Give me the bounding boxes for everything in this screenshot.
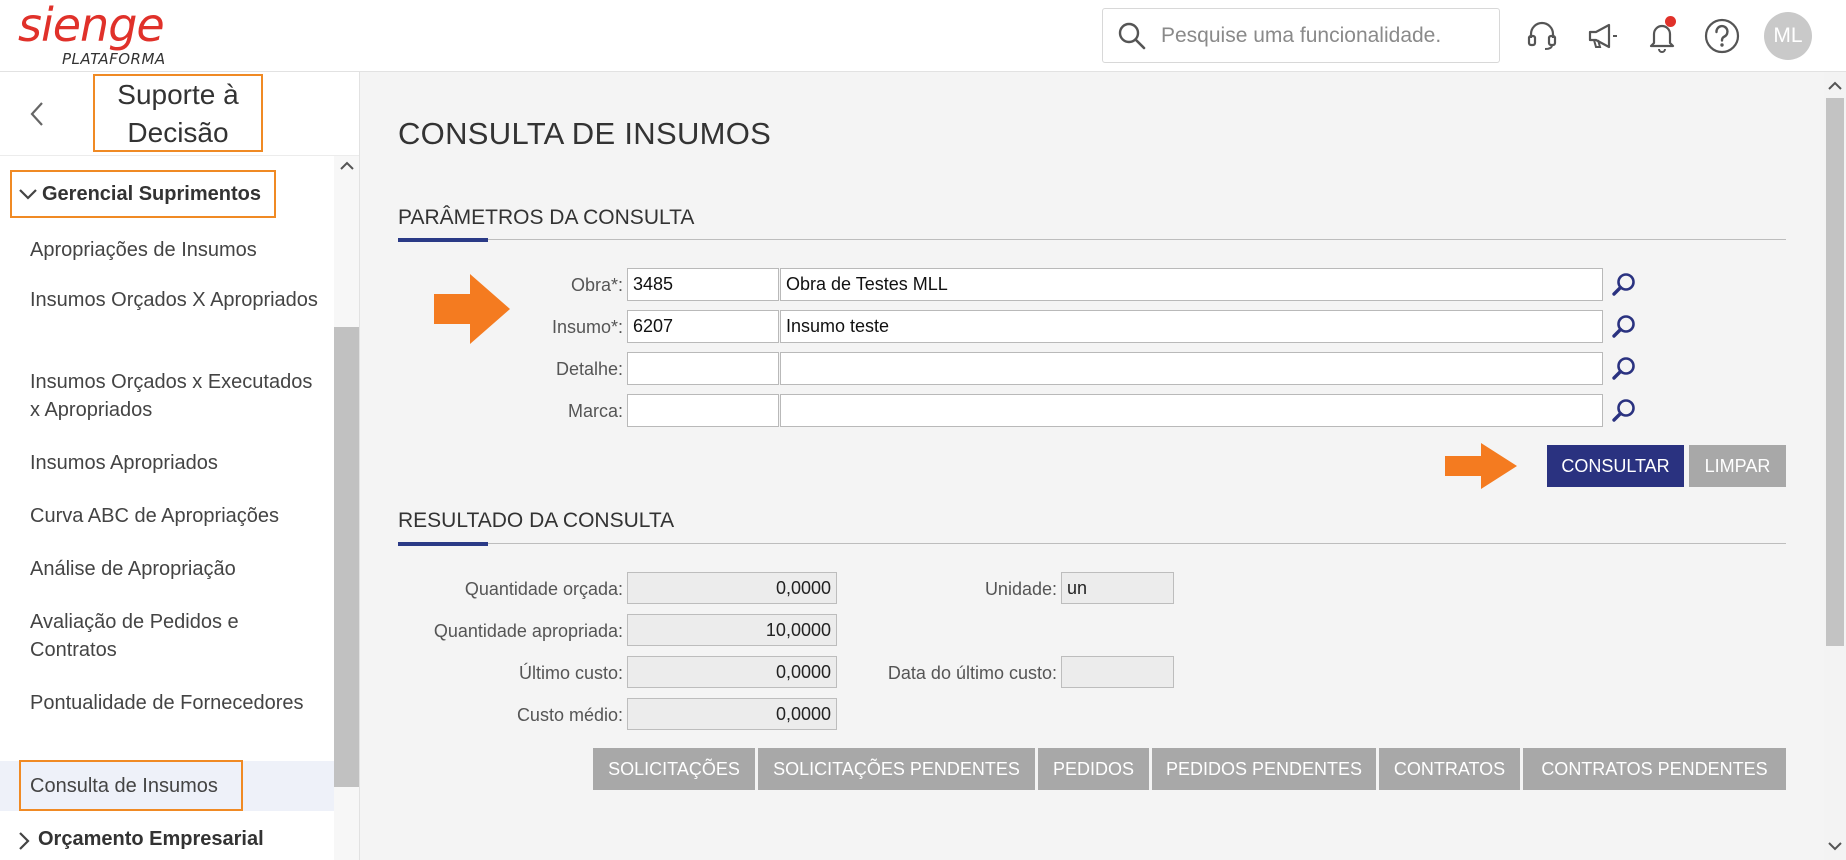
data-ultimo-custo-label: Data do último custo: xyxy=(887,663,1057,683)
insumo-label: Insumo*: xyxy=(551,317,623,337)
scroll-up-icon[interactable] xyxy=(338,156,356,176)
sidebar-item-insumos-apropriados[interactable]: Insumos Apropriados xyxy=(30,449,320,477)
marca-code-input[interactable] xyxy=(627,394,779,427)
sidebar-scroll-thumb[interactable] xyxy=(334,327,359,787)
ultimo-custo-label: Último custo: xyxy=(518,663,623,683)
sidebar-group-label: Orçamento Empresarial xyxy=(38,828,264,850)
sidebar-item-avaliacao-de-pedidos[interactable]: Avaliação de Pedidos e Contratos xyxy=(30,608,320,664)
qtd-orcada-value: 0,0000 xyxy=(627,572,837,604)
sidebar: Suporte à Decisão Gerencial Suprimentos … xyxy=(0,72,360,860)
magnifier-icon[interactable] xyxy=(1609,268,1639,301)
contratos-button[interactable]: CONTRATOS xyxy=(1379,748,1520,790)
arrow-right-icon xyxy=(1445,443,1517,489)
detalhe-code-input[interactable] xyxy=(627,352,779,385)
chevron-down-icon xyxy=(18,184,38,210)
sienge-logo[interactable]: sienge PLATAFORMA xyxy=(18,0,188,68)
marca-label: Marca: xyxy=(567,401,623,421)
obra-code-input[interactable]: 3485 xyxy=(627,268,779,301)
main-scroll-thumb[interactable] xyxy=(1826,98,1844,646)
insumo-description-input[interactable]: Insumo teste xyxy=(780,310,1603,343)
bell-icon[interactable] xyxy=(1640,14,1684,58)
pedidos-pendentes-button[interactable]: PEDIDOS PENDENTES xyxy=(1152,748,1376,790)
sidebar-item-pontualidade-de-fornecedores[interactable]: Pontualidade de Fornecedores xyxy=(30,689,320,717)
consultar-button[interactable]: CONSULTAR xyxy=(1547,445,1684,487)
params-section-title: PARÂMETROS DA CONSULTA xyxy=(398,206,695,229)
params-section-accent xyxy=(398,238,488,242)
unidade-label: Unidade: xyxy=(984,579,1057,599)
detalhe-description-input[interactable] xyxy=(780,352,1603,385)
magnifier-icon[interactable] xyxy=(1609,310,1639,343)
result-section-accent xyxy=(398,542,488,546)
pedidos-button[interactable]: PEDIDOS xyxy=(1038,748,1149,790)
sidebar-item-apropriacoes-de-insumos[interactable]: Apropriações de Insumos xyxy=(30,236,320,264)
notification-dot xyxy=(1665,16,1676,27)
insumo-code-input[interactable]: 6207 xyxy=(627,310,779,343)
qtd-apropriada-label: Quantidade apropriada: xyxy=(433,621,623,641)
sidebar-header: Suporte à Decisão xyxy=(0,72,359,156)
solicitacoes-pendentes-button[interactable]: SOLICITAÇÕES PENDENTES xyxy=(758,748,1035,790)
result-section-divider xyxy=(398,543,1786,544)
logo-text: sienge xyxy=(18,0,165,52)
unidade-value: un xyxy=(1061,572,1174,604)
main-content: CONSULTA DE INSUMOS PARÂMETROS DA CONSUL… xyxy=(361,72,1824,860)
scroll-up-icon[interactable] xyxy=(1828,78,1842,94)
sidebar-item-insumos-orcados-x-apropriados[interactable]: Insumos Orçados X Apropriados xyxy=(30,286,320,314)
qtd-apropriada-value: 10,0000 xyxy=(627,614,837,646)
magnifier-icon[interactable] xyxy=(1609,394,1639,427)
top-bar: sienge PLATAFORMA ML xyxy=(0,0,1846,72)
page-title: CONSULTA DE INSUMOS xyxy=(398,116,772,151)
sidebar-title: Suporte à Decisão xyxy=(93,74,263,152)
search-box[interactable] xyxy=(1102,8,1500,63)
obra-description-input[interactable]: Obra de Testes MLL xyxy=(780,268,1603,301)
sidebar-item-analise-de-apropriacao[interactable]: Análise de Apropriação xyxy=(30,555,320,583)
custo-medio-value: 0,0000 xyxy=(627,698,837,730)
help-icon[interactable] xyxy=(1700,14,1744,58)
ultimo-custo-value: 0,0000 xyxy=(627,656,837,688)
sidebar-item-insumos-orcados-executados-apropriados[interactable]: Insumos Orçados x Executados x Apropriad… xyxy=(30,368,320,424)
limpar-button[interactable]: LIMPAR xyxy=(1689,445,1786,487)
params-section-divider xyxy=(398,239,1786,240)
sidebar-item-curva-abc[interactable]: Curva ABC de Apropriações xyxy=(30,502,320,530)
sidebar-group-gerencial-suprimentos[interactable]: Gerencial Suprimentos xyxy=(10,170,276,218)
sidebar-group-orcamento-empresarial[interactable]: Orçamento Empresarial xyxy=(18,828,264,851)
solicitacoes-button[interactable]: SOLICITAÇÕES xyxy=(593,748,755,790)
result-section-title: RESULTADO DA CONSULTA xyxy=(398,509,675,532)
user-avatar[interactable]: ML xyxy=(1764,12,1812,60)
headset-icon[interactable] xyxy=(1520,14,1564,58)
chevron-left-icon[interactable] xyxy=(22,98,52,130)
search-icon xyxy=(1118,22,1146,49)
contratos-pendentes-button[interactable]: CONTRATOS PENDENTES xyxy=(1523,748,1786,790)
megaphone-icon[interactable] xyxy=(1580,14,1624,58)
logo-subtext: PLATAFORMA xyxy=(62,50,166,68)
detalhe-label: Detalhe: xyxy=(555,359,623,379)
main-scrollbar[interactable] xyxy=(1824,72,1846,860)
sidebar-item-consulta-de-insumos[interactable]: Consulta de Insumos xyxy=(30,772,320,800)
data-ultimo-custo-value xyxy=(1061,656,1174,688)
obra-label: Obra*: xyxy=(570,275,623,295)
scroll-down-icon[interactable] xyxy=(1828,838,1842,854)
qtd-orcada-label: Quantidade orçada: xyxy=(464,579,623,599)
custo-medio-label: Custo médio: xyxy=(516,705,623,725)
chevron-right-icon xyxy=(18,831,30,857)
marca-description-input[interactable] xyxy=(780,394,1603,427)
search-input[interactable] xyxy=(1161,23,1481,48)
sidebar-group-label: Gerencial Suprimentos xyxy=(42,182,261,205)
magnifier-icon[interactable] xyxy=(1609,352,1639,385)
sidebar-scrollbar[interactable] xyxy=(334,156,359,860)
